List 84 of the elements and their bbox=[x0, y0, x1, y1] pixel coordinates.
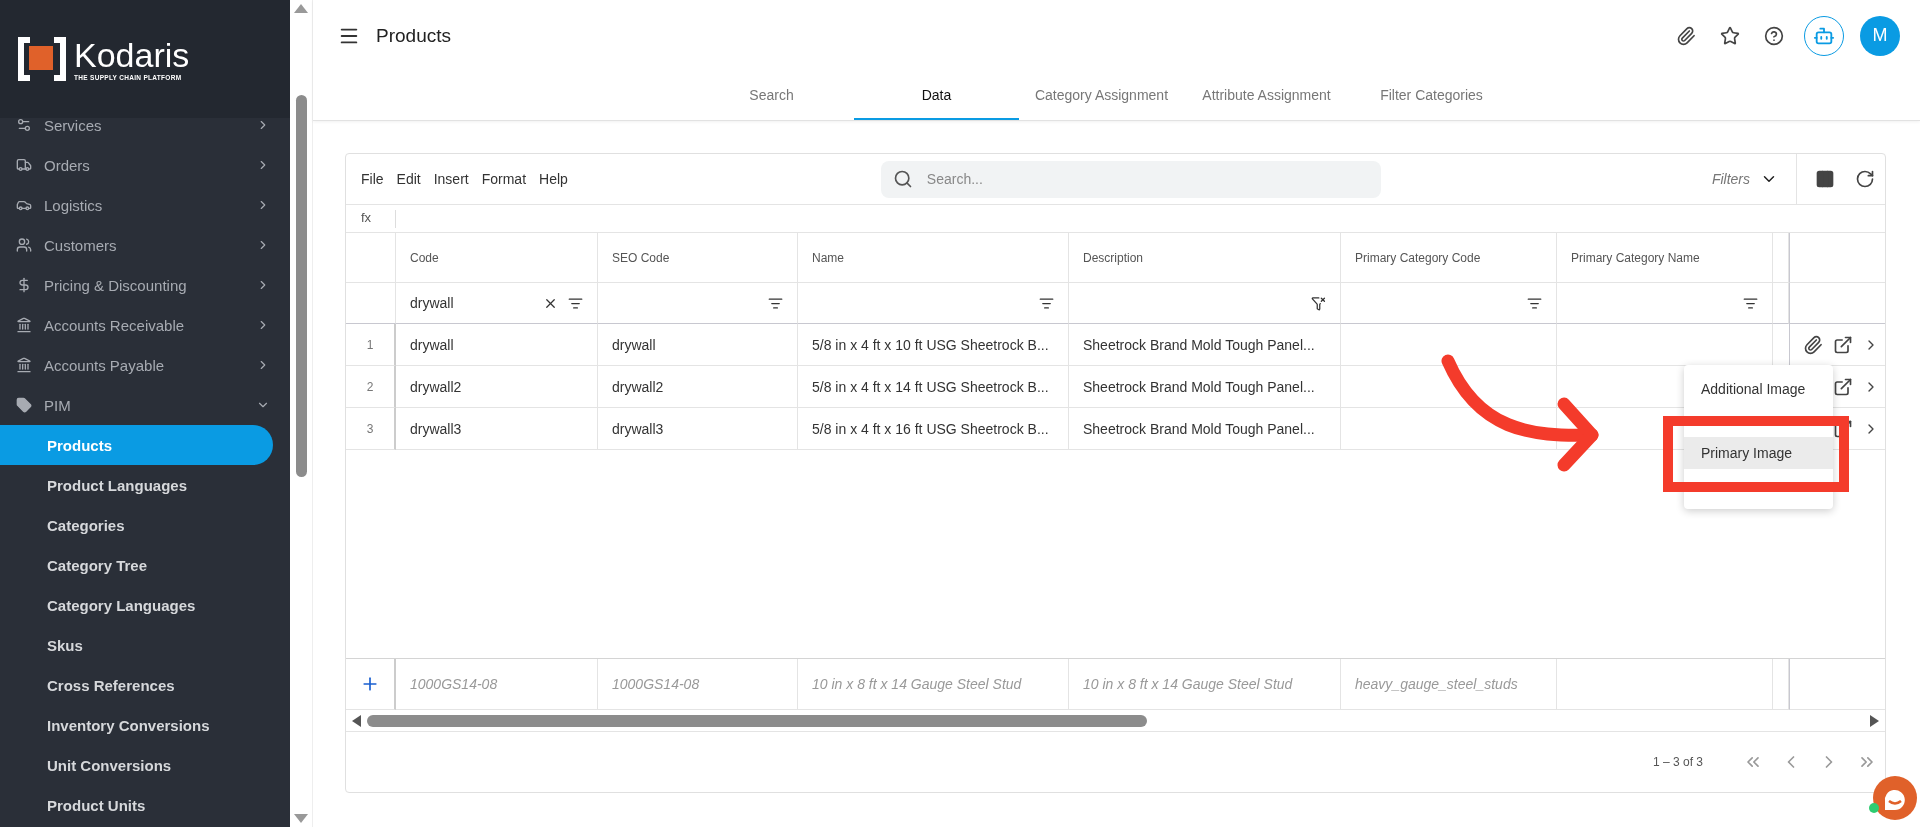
tag-icon bbox=[16, 397, 32, 413]
table-cell: 5/8 in x 4 ft x 14 ft USG Sheetrock B... bbox=[798, 366, 1069, 408]
column-header[interactable]: Primary Category Name bbox=[1557, 233, 1773, 283]
scroll-up-icon[interactable] bbox=[294, 4, 308, 13]
nav-item[interactable]: Accounts Payable bbox=[0, 345, 290, 385]
nav-item[interactable]: Pricing & Discounting bbox=[0, 265, 290, 305]
filter-value[interactable]: drywall bbox=[410, 295, 533, 311]
nav-item[interactable]: PIM bbox=[0, 385, 290, 425]
tab[interactable]: Category Assignment bbox=[1019, 71, 1184, 120]
row-number: 1 bbox=[346, 324, 396, 366]
bank-icon bbox=[16, 317, 32, 333]
scroll-right-icon[interactable] bbox=[1870, 714, 1879, 727]
table-cell: drywall3 bbox=[598, 408, 798, 450]
page-range: 1 – 3 of 3 bbox=[1652, 755, 1703, 769]
column-header[interactable]: Primary Category Code bbox=[1341, 233, 1557, 283]
gears-icon bbox=[16, 117, 32, 133]
filter-icon[interactable] bbox=[1039, 295, 1054, 311]
refresh-icon[interactable] bbox=[1855, 169, 1875, 189]
bank-icon bbox=[16, 357, 32, 373]
truck-icon bbox=[16, 157, 32, 173]
empty-cell bbox=[1773, 659, 1789, 710]
filter-icon[interactable] bbox=[768, 295, 783, 311]
scrollbar-thumb[interactable] bbox=[367, 714, 1147, 727]
column-header[interactable]: Name bbox=[798, 233, 1069, 283]
column-header[interactable]: SEO Code bbox=[598, 233, 798, 283]
dollar-icon bbox=[16, 277, 32, 293]
open-external-icon[interactable] bbox=[1833, 376, 1853, 397]
scrollbar-thumb[interactable] bbox=[295, 95, 307, 477]
nav-item[interactable]: Orders bbox=[0, 145, 290, 185]
nav-subitem[interactable]: Product Languages bbox=[0, 465, 273, 505]
row-number: 2 bbox=[346, 366, 396, 408]
table-cell: drywall2 bbox=[598, 366, 798, 408]
filters-dropdown[interactable]: Filters bbox=[1711, 154, 1797, 205]
logo-name: Kodaris bbox=[74, 37, 190, 72]
page-title: Products bbox=[376, 24, 452, 47]
row-number: 3 bbox=[346, 408, 396, 450]
users-icon bbox=[16, 237, 32, 253]
formula-label: fx bbox=[346, 209, 396, 228]
filter-icon[interactable] bbox=[1743, 295, 1758, 311]
search-icon bbox=[892, 169, 913, 189]
filter-icon[interactable] bbox=[1527, 295, 1542, 311]
menu-item[interactable]: File bbox=[361, 171, 384, 187]
filter-icon[interactable] bbox=[568, 295, 583, 311]
columns-icon[interactable] bbox=[1815, 169, 1835, 189]
table-cell: Sheetrock Brand Mold Tough Panel... bbox=[1069, 366, 1341, 408]
table-cell: drywall bbox=[396, 324, 598, 366]
nav-subitem[interactable]: Category Tree bbox=[0, 545, 273, 585]
nav-item[interactable]: Services bbox=[0, 105, 290, 145]
nav-item[interactable]: Logistics bbox=[0, 185, 290, 225]
table-cell: drywall bbox=[598, 324, 798, 366]
nav-item[interactable]: Customers bbox=[0, 225, 290, 265]
nav-subitem[interactable]: Category Languages bbox=[0, 585, 273, 625]
nav-subitem[interactable]: Product Units bbox=[0, 785, 273, 825]
paperclip-icon[interactable] bbox=[1803, 334, 1823, 355]
open-external-icon[interactable] bbox=[1833, 418, 1853, 439]
table-cell: Sheetrock Brand Mold Tough Panel... bbox=[1069, 324, 1341, 366]
nav-subitem[interactable]: Skus bbox=[0, 625, 273, 665]
open-external-icon[interactable] bbox=[1833, 334, 1853, 355]
tab[interactable]: Filter Categories bbox=[1349, 71, 1514, 120]
table-cell: 5/8 in x 4 ft x 10 ft USG Sheetrock B... bbox=[798, 324, 1069, 366]
menu-item[interactable]: Additional Image bbox=[1684, 373, 1833, 405]
search-field[interactable]: Search... bbox=[880, 160, 1381, 198]
menu-item[interactable]: Help bbox=[539, 171, 568, 187]
nav-item[interactable]: Accounts Receivable bbox=[0, 305, 290, 345]
tab[interactable]: Search bbox=[689, 71, 854, 120]
menu-item[interactable]: Edit bbox=[396, 171, 421, 187]
nav-subitem[interactable]: Categories bbox=[0, 505, 273, 545]
table-cell: Sheetrock Brand Mold Tough Panel... bbox=[1069, 408, 1341, 450]
logo-icon bbox=[18, 37, 66, 81]
menu-item[interactable]: Insert bbox=[433, 171, 469, 187]
menu-item[interactable]: Primary Image bbox=[1684, 437, 1833, 469]
table-cell: drywall3 bbox=[396, 408, 598, 450]
nav-subitem[interactable]: Unit Conversions bbox=[0, 745, 273, 785]
nav-subitem[interactable]: Cross References bbox=[0, 665, 273, 705]
search-input[interactable]: Search... bbox=[924, 170, 1369, 188]
tab[interactable]: Attribute Assignment bbox=[1184, 71, 1349, 120]
menu-item[interactable]: Format bbox=[481, 171, 527, 187]
scroll-down-icon[interactable] bbox=[294, 814, 308, 823]
table-cell: drywall2 bbox=[396, 366, 598, 408]
column-header[interactable]: Description bbox=[1069, 233, 1341, 283]
table-cell: 5/8 in x 4 ft x 16 ft USG Sheetrock B... bbox=[798, 408, 1069, 450]
nav-subitem[interactable]: Inventory Conversions bbox=[0, 705, 273, 745]
column-header[interactable]: Code bbox=[396, 233, 598, 283]
tab[interactable]: Data bbox=[854, 71, 1019, 120]
